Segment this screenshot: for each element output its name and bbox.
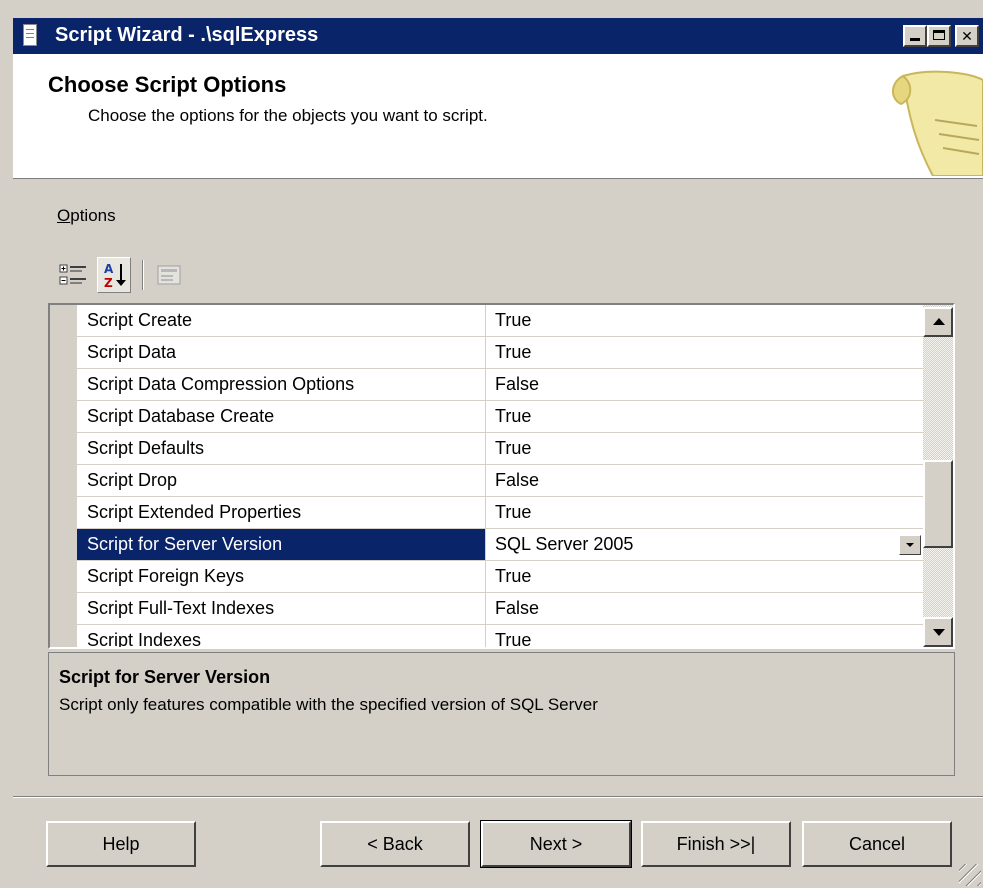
options-label: Options [57,206,116,226]
property-pages-button[interactable] [152,257,186,293]
finish-button-label: Finish >>| [676,834,756,854]
property-value-text: SQL Server 2005 [495,534,634,554]
close-button[interactable]: ✕ [955,25,979,47]
property-name[interactable]: Script Database Create [77,401,486,432]
property-value-text: True [495,310,532,330]
scroll-icon [892,70,983,176]
description-pane: Script for Server Version Script only fe… [48,652,955,776]
grid-gutter [50,305,77,647]
wizard-header: Choose Script Options Choose the options… [13,54,983,179]
script-wizard-window: Script Wizard - .\sqlExpress ✕ Choose Sc… [0,0,983,888]
options-label-rest: ptions [70,206,116,225]
help-button-label: Help [102,834,140,854]
property-name[interactable]: Script Data [77,337,486,368]
description-title: Script for Server Version [59,667,271,687]
property-value[interactable]: False [487,465,923,496]
resize-grip[interactable] [959,864,981,886]
property-name[interactable]: Script Foreign Keys [77,561,486,592]
property-row[interactable]: Script Database Create True [77,401,923,433]
property-value[interactable]: SQL Server 2005 [487,529,923,560]
finish-button[interactable]: Finish >>| [641,821,791,867]
property-value-text: False [495,470,540,490]
property-row[interactable]: Script Create True [77,305,923,337]
maximize-button[interactable] [927,25,951,47]
property-value-text: False [495,374,540,394]
property-name[interactable]: Script Full-Text Indexes [77,593,486,624]
property-name[interactable]: Script Data Compression Options [77,369,486,400]
toolbar-separator [142,260,144,290]
property-row[interactable]: Script Defaults True [77,433,923,465]
minimize-button[interactable] [903,25,927,47]
property-row[interactable]: Script Full-Text Indexes False [77,593,923,625]
property-rows: Script Create True Script Data True Script D… [77,305,923,649]
back-button-label: < Back [367,834,423,854]
minimize-icon [910,38,920,41]
title-bar[interactable]: Script Wizard - .\sqlExpress ✕ [13,18,983,54]
property-value-text: True [495,630,532,649]
alphabetical-sort-icon: A Z [104,262,126,290]
scroll-down-button[interactable] [923,617,953,647]
value-dropdown-button[interactable] [899,535,921,555]
property-row[interactable]: Script Drop False [77,465,923,497]
description-text: Script only features compatible with the… [59,695,598,714]
property-name[interactable]: Script Indexes [77,625,486,647]
property-value-text: True [495,438,532,458]
options-label-accel: O [57,206,71,225]
cancel-button-label: Cancel [848,834,906,854]
categorized-icon [59,264,86,285]
property-name[interactable]: Script Drop [77,465,486,496]
page-subtitle: Choose the options for the objects you w… [88,106,488,125]
vertical-scrollbar[interactable] [923,305,953,647]
window-title: Script Wizard - .\sqlExpress [55,24,319,46]
arrow-down-icon [933,629,945,636]
property-row[interactable]: Script for Server Version SQL Server 2005 [77,529,923,561]
property-value-text: True [495,502,532,522]
maximize-icon [933,30,945,40]
property-value[interactable]: True [487,625,923,649]
property-value[interactable]: True [487,561,923,592]
property-value[interactable]: True [487,497,923,528]
cancel-button[interactable]: Cancel [802,821,952,867]
arrow-up-icon [933,318,945,325]
scroll-thumb[interactable] [923,460,953,548]
property-name[interactable]: Script for Server Version [77,529,486,560]
property-row[interactable]: Script Data Compression Options False [77,369,923,401]
property-value[interactable]: False [487,593,923,624]
property-name[interactable]: Script Create [77,305,486,336]
property-value-text: True [495,342,532,362]
property-name[interactable]: Script Extended Properties [77,497,486,528]
help-button[interactable]: Help [46,821,196,867]
property-value[interactable]: True [487,337,923,368]
property-value[interactable]: False [487,369,923,400]
property-row[interactable]: Script Foreign Keys True [77,561,923,593]
property-row[interactable]: Script Indexes True [77,625,923,649]
property-row[interactable]: Script Data True [77,337,923,369]
svg-text:A: A [104,262,114,276]
scroll-up-button[interactable] [923,307,953,337]
property-pages-icon [157,265,181,285]
property-value[interactable]: True [487,305,923,336]
chevron-down-icon [906,543,914,547]
property-value-text: True [495,566,532,586]
next-button-label: Next > [529,834,583,854]
property-value[interactable]: True [487,401,923,432]
property-value-text: True [495,406,532,426]
property-value[interactable]: True [487,433,923,464]
page-title: Choose Script Options [48,72,287,97]
property-name[interactable]: Script Defaults [77,433,486,464]
alphabetical-button[interactable]: A Z [97,257,131,293]
categorized-button[interactable] [56,257,90,293]
document-icon [23,24,37,46]
button-divider [13,796,983,798]
close-icon: ✕ [961,28,973,44]
svg-text:Z: Z [104,276,113,290]
property-value-text: False [495,598,540,618]
next-button[interactable]: Next > [480,820,632,868]
property-grid: Script Create True Script Data True Script D… [48,303,955,649]
back-button[interactable]: < Back [320,821,470,867]
property-row[interactable]: Script Extended Properties True [77,497,923,529]
property-grid-toolbar: A Z [50,252,955,299]
